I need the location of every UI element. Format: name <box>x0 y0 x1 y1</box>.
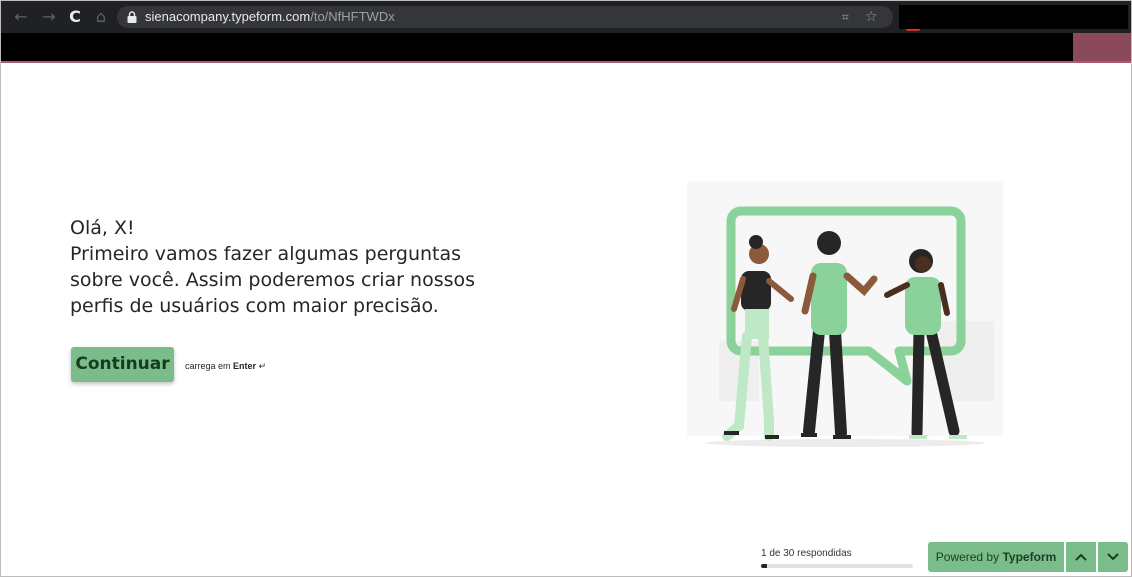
url-host: sienacompany.typeform.com <box>145 9 311 24</box>
bookmarks-bar-end <box>1073 33 1131 61</box>
qr-code-icon[interactable]: ⌗ <box>842 8 849 26</box>
forward-icon[interactable]: → <box>37 5 61 29</box>
progress-text: 1 de 30 respondidas <box>761 548 852 559</box>
address-bar[interactable]: sienacompany.typeform.com/to/NfHFTWDx ⌗ … <box>117 6 893 28</box>
home-icon[interactable]: ⌂ <box>89 5 113 29</box>
chevron-up-icon <box>1075 553 1087 561</box>
reload-icon[interactable]: C <box>63 5 87 29</box>
progress-indicator: 1 de 30 respondidas <box>761 548 915 568</box>
question-text: Primeiro vamos fazer algumas perguntas s… <box>70 243 476 317</box>
progress-track <box>761 564 913 568</box>
enter-key-icon: ↵ <box>258 361 267 371</box>
greeting-text: Olá, X! <box>70 217 135 239</box>
powered-by-typeform-button[interactable]: Powered by Typeform <box>928 542 1064 572</box>
people-chat-illustration <box>687 181 1003 447</box>
chevron-down-icon <box>1107 553 1119 561</box>
enter-hint: carrega em Enter ↵ <box>185 361 266 372</box>
powered-by-prefix: Powered by <box>935 550 1000 564</box>
browser-window: ← → C ⌂ sienacompany.typeform.com/to/NfH… <box>0 0 1132 577</box>
previous-question-button[interactable] <box>1066 542 1096 572</box>
enter-hint-prefix: carrega em <box>185 361 231 371</box>
continue-button[interactable]: Continuar <box>71 347 174 382</box>
redacted-extensions <box>899 5 1128 29</box>
url-text: sienacompany.typeform.com/to/NfHFTWDx <box>145 9 395 24</box>
progress-fill <box>761 564 768 568</box>
redacted-bookmarks-bar <box>1 33 1073 61</box>
typeform-page: Olá, X! Primeiro vamos fazer algumas per… <box>1 63 1131 576</box>
next-question-button[interactable] <box>1098 542 1128 572</box>
enter-key-label: Enter <box>233 361 257 371</box>
url-path: /to/NfHFTWDx <box>310 9 395 24</box>
star-icon[interactable]: ☆ <box>865 7 878 27</box>
powered-by-brand: Typeform <box>1002 550 1057 564</box>
question-block: Olá, X! Primeiro vamos fazer algumas per… <box>70 215 510 319</box>
back-icon[interactable]: ← <box>9 5 33 29</box>
browser-toolbar: ← → C ⌂ sienacompany.typeform.com/to/NfH… <box>1 1 1131 33</box>
lock-icon <box>127 11 137 23</box>
